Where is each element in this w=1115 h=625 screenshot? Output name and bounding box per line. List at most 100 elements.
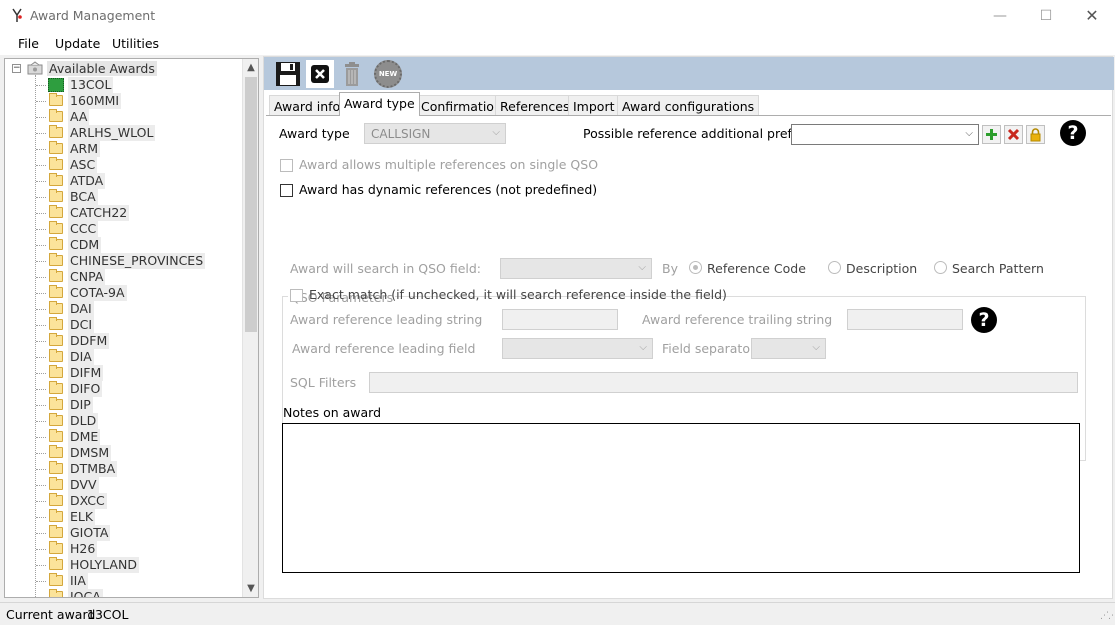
sql-filters-input[interactable]: [369, 372, 1078, 393]
tree-item-label: 160MMI: [68, 93, 122, 109]
award-editor: NEW Award info Award type Confirmation R…: [263, 56, 1114, 599]
tab-confirmation[interactable]: Confirmation: [416, 95, 507, 116]
tree-guide-line: [35, 75, 36, 597]
radio-description[interactable]: [828, 261, 841, 274]
tree-item-label: COTA-9A: [68, 285, 127, 301]
folder-icon: [49, 269, 63, 282]
prefixes-select[interactable]: ⌵: [791, 124, 979, 145]
search-field-select[interactable]: ⌵: [500, 258, 652, 279]
scroll-thumb[interactable]: [245, 77, 257, 332]
folder-icon: [49, 173, 63, 186]
tree-branch-line: [36, 261, 46, 262]
tree-item-label: HOLYLAND: [68, 557, 139, 573]
tree-branch-line: [36, 549, 46, 550]
save-icon[interactable]: [274, 60, 302, 88]
tree-branch-line: [36, 181, 46, 182]
radio-search-pattern[interactable]: [934, 261, 947, 274]
folder-icon: [49, 541, 63, 554]
tree-branch-line: [36, 357, 46, 358]
dynamic-ref-label: Award has dynamic references (not predef…: [299, 182, 598, 197]
new-award-icon[interactable]: NEW: [374, 60, 402, 88]
tree-item-label: DIFM: [68, 365, 104, 381]
dynamic-ref-checkbox[interactable]: [280, 184, 293, 197]
minimize-button[interactable]: —: [977, 0, 1023, 31]
tree-item-label: DXCC: [68, 493, 107, 509]
close-button[interactable]: ✕: [1069, 0, 1115, 31]
tree-branch-line: [36, 389, 46, 390]
tree-branch-line: [36, 85, 46, 86]
tab-references[interactable]: References: [495, 95, 575, 116]
tree-branch-line: [36, 197, 46, 198]
award-type-label: Award type: [279, 126, 350, 141]
radio-reference-code[interactable]: [689, 261, 702, 274]
awards-root-icon: [27, 61, 43, 75]
trailing-string-input[interactable]: [847, 309, 963, 330]
qso-help-icon[interactable]: ?: [971, 307, 997, 333]
tree-item-label: DAI: [68, 301, 94, 317]
tree-item-label: DVV: [68, 477, 99, 493]
tree-item-label: DIFO: [68, 381, 103, 397]
cancel-icon[interactable]: [306, 60, 334, 88]
folder-icon: [49, 125, 63, 138]
notes-textarea[interactable]: [282, 423, 1080, 573]
folder-icon: [49, 365, 63, 378]
tree-branch-line: [36, 517, 46, 518]
scroll-up-icon[interactable]: ▲: [243, 59, 258, 76]
tree-item-label: ELK: [68, 509, 96, 525]
scroll-down-icon[interactable]: ▼: [243, 580, 258, 597]
awards-tree[interactable]: − Available Awards 13COL 160MMI AA ARLHS_WL…: [4, 58, 259, 598]
folder-icon: [49, 349, 63, 362]
resize-grip-icon[interactable]: ⋰⋰: [1100, 611, 1115, 621]
menu-update[interactable]: Update: [55, 36, 100, 51]
award-type-select[interactable]: CALLSIGN ⌵: [364, 123, 506, 144]
folder-icon: [49, 429, 63, 442]
award-type-tab-panel: Award type CALLSIGN ⌵ Possible reference…: [266, 115, 1111, 598]
tree-branch-line: [36, 101, 46, 102]
leading-field-select[interactable]: ⌵: [502, 338, 653, 359]
remove-prefix-button[interactable]: [1004, 125, 1023, 144]
tab-award-configurations[interactable]: Award configurations: [617, 95, 760, 116]
trailing-string-label: Award reference trailing string: [642, 312, 833, 327]
exact-match-label: Exact match (if unchecked, it will searc…: [309, 287, 727, 302]
collapse-toggle-icon[interactable]: −: [12, 64, 21, 73]
tree-item-label: BCA: [68, 189, 98, 205]
menu-file[interactable]: File: [18, 36, 39, 51]
menu-utilities[interactable]: Utilities: [112, 36, 159, 51]
maximize-button[interactable]: ☐: [1023, 0, 1069, 31]
window-title: Award Management: [30, 8, 156, 23]
tree-branch-line: [36, 245, 46, 246]
delete-icon[interactable]: [338, 60, 366, 88]
tab-award-type[interactable]: Award type: [339, 92, 420, 116]
tree-item-label: IOCA: [68, 589, 103, 597]
folder-icon: [49, 141, 63, 154]
chevron-down-icon: ⌵: [965, 128, 973, 139]
tree-branch-line: [36, 453, 46, 454]
tree-branch-line: [36, 581, 46, 582]
exact-match-checkbox[interactable]: [290, 289, 303, 302]
tree-branch-line: [36, 341, 46, 342]
tree-scrollbar[interactable]: ▲ ▼: [242, 59, 258, 597]
add-prefix-button[interactable]: [982, 125, 1001, 144]
tree-branch-line: [36, 373, 46, 374]
help-icon[interactable]: ?: [1060, 120, 1086, 146]
folder-icon: [48, 78, 64, 92]
folder-icon: [49, 381, 63, 394]
field-separator-select[interactable]: ⌵: [751, 338, 826, 359]
folder-icon: [49, 445, 63, 458]
tab-award-info[interactable]: Award info: [269, 95, 346, 116]
tree-branch-line: [36, 133, 46, 134]
tree-branch-line: [36, 597, 46, 598]
radio-search-pattern-label: Search Pattern: [952, 261, 1044, 276]
tab-import[interactable]: Import: [568, 95, 620, 116]
status-label: Current award: [6, 607, 96, 622]
tree-item-label: DMSM: [68, 445, 112, 461]
tree-item-label: ARLHS_WLOL: [68, 125, 156, 141]
leading-string-input[interactable]: [502, 309, 618, 330]
lock-prefix-button[interactable]: [1026, 125, 1045, 144]
lock-icon: [1030, 127, 1041, 141]
tree-branch-line: [36, 437, 46, 438]
tree-root-label[interactable]: Available Awards: [47, 61, 157, 76]
multi-ref-checkbox[interactable]: [280, 159, 293, 172]
tree-item-label: CCC: [68, 221, 99, 237]
tree-branch-line: [36, 229, 46, 230]
